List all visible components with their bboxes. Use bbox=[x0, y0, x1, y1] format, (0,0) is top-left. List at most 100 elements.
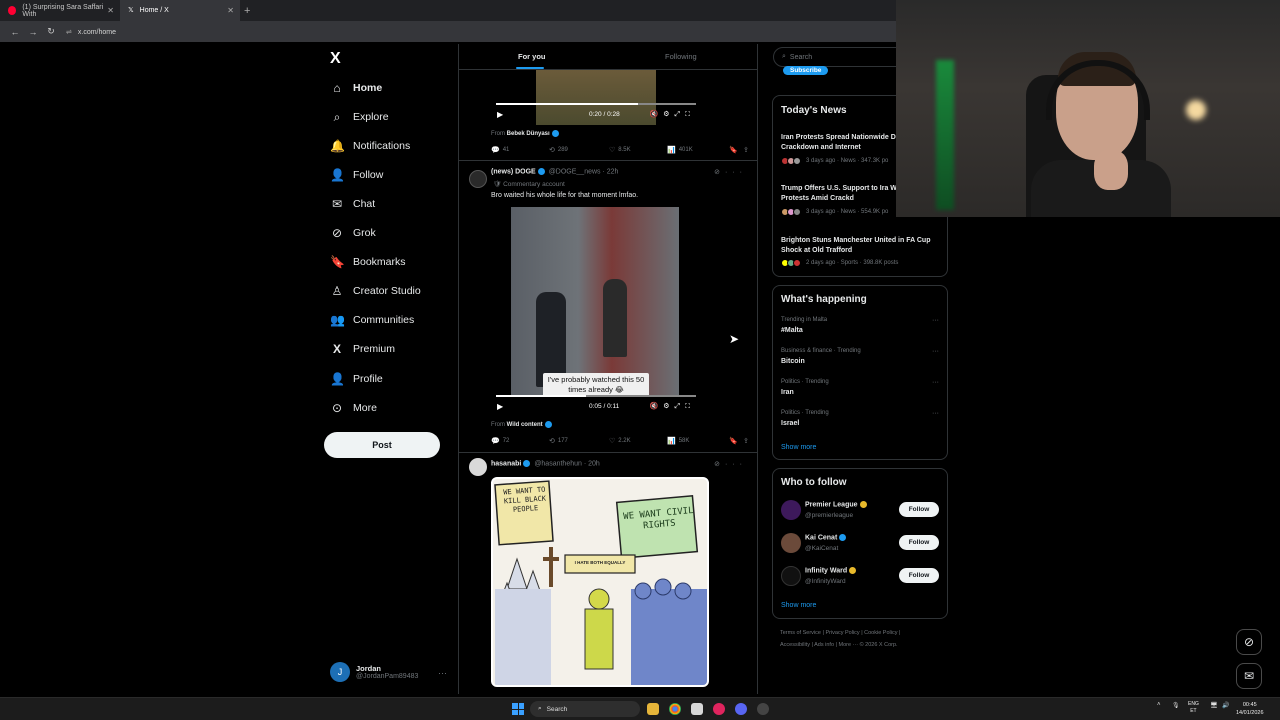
nav-bookmarks[interactable]: 🔖 Bookmarks bbox=[330, 252, 406, 272]
video-control-icons[interactable]: 🔇⚙⤢⛶ bbox=[650, 402, 696, 411]
author-handle[interactable]: @hasanthehun · 20h bbox=[534, 460, 600, 467]
follow-button[interactable]: Follow bbox=[899, 535, 939, 550]
video-source[interactable]: From Wild content bbox=[491, 421, 554, 428]
taskbar-search[interactable]: ⌕ Search bbox=[530, 701, 640, 717]
trend-name[interactable]: Israel bbox=[781, 420, 799, 427]
footer-links-row-1[interactable]: Terms of Service | Privacy Policy | Cook… bbox=[780, 630, 900, 636]
system-clock[interactable]: 00:45 14/01/2026 bbox=[1236, 701, 1264, 717]
post-tools[interactable]: ⊘··· bbox=[714, 168, 747, 176]
nav-creator-studio[interactable]: ♙ Creator Studio bbox=[330, 281, 421, 301]
more-horizontal-icon[interactable]: ··· bbox=[932, 379, 939, 386]
video-player[interactable]: ▶ 0:20 / 0:28 🔇⚙⤢⛶ bbox=[491, 70, 701, 125]
follow-name[interactable]: Infinity Ward bbox=[805, 567, 858, 574]
file-explorer-icon[interactable] bbox=[647, 703, 659, 715]
follow-button[interactable]: Follow bbox=[899, 568, 939, 583]
more-horizontal-icon[interactable]: ··· bbox=[932, 348, 939, 355]
volume-icon[interactable]: 🔊 bbox=[1222, 702, 1229, 709]
more-horizontal-icon[interactable]: ··· bbox=[932, 410, 939, 417]
subscribe-button[interactable]: Subscribe bbox=[783, 66, 829, 75]
forward-arrow-icon[interactable]: → bbox=[24, 27, 42, 37]
follow-name[interactable]: Kai Cenat bbox=[805, 534, 848, 541]
video-source[interactable]: From Bebek Dünyası bbox=[491, 130, 561, 137]
account-switcher[interactable]: J Jordan @JordanPam89483 bbox=[330, 662, 418, 682]
nav-follow[interactable]: 👤 Follow bbox=[330, 165, 383, 185]
bookmark-button[interactable]: 🔖 bbox=[729, 437, 741, 445]
nav-premium[interactable]: X Premium bbox=[330, 339, 395, 359]
video-player[interactable]: I've probably watched this 50 times alre… bbox=[491, 207, 701, 417]
more-horizontal-icon[interactable]: ··· bbox=[438, 668, 447, 678]
follow-button[interactable]: Follow bbox=[899, 502, 939, 517]
avatar[interactable] bbox=[469, 458, 487, 476]
trend-name[interactable]: Iran bbox=[781, 389, 794, 396]
footer-links-row-2[interactable]: Accessibility | Ads info | More ··· © 20… bbox=[780, 642, 898, 648]
opera-icon[interactable] bbox=[713, 703, 725, 715]
messages-float-button[interactable]: ✉ bbox=[1236, 663, 1262, 689]
chrome-icon[interactable] bbox=[669, 703, 681, 715]
nav-explore[interactable]: ⌕ Explore bbox=[330, 107, 389, 127]
share-button[interactable]: ⇪ bbox=[743, 437, 752, 445]
bookmark-button[interactable]: 🔖 bbox=[729, 146, 741, 154]
site-info-icon[interactable]: ⇌ bbox=[66, 29, 72, 36]
share-button[interactable]: ⇪ bbox=[743, 146, 752, 154]
author-handle[interactable]: @DOGE__news · 22h bbox=[549, 168, 619, 175]
browser-tab-youtube[interactable]: (1) Surprising Sara Saffari With ✕ bbox=[0, 0, 120, 21]
webcam-overlay bbox=[896, 0, 1280, 217]
play-icon[interactable]: ▶ bbox=[497, 110, 503, 119]
back-arrow-icon[interactable]: ← bbox=[6, 27, 24, 37]
network-icon[interactable]: 🖥 bbox=[1210, 702, 1218, 709]
follow-name[interactable]: Premier League bbox=[805, 501, 869, 508]
post-tools[interactable]: ⊘··· bbox=[714, 460, 747, 468]
discord-icon[interactable] bbox=[735, 703, 747, 715]
news-item-title[interactable]: Brighton Stuns Manchester United in FA C… bbox=[781, 236, 941, 256]
like-button[interactable]: ♡ 8.5K bbox=[609, 146, 631, 154]
avatar[interactable] bbox=[469, 170, 487, 188]
browser-tab-x-home[interactable]: 𝕏 Home / X ✕ bbox=[120, 0, 240, 21]
bookmark-icon: 🔖 bbox=[729, 438, 738, 445]
post-button[interactable]: Post bbox=[324, 432, 440, 458]
tab-following[interactable]: Following bbox=[665, 52, 697, 61]
reply-button[interactable]: 💬 72 bbox=[491, 437, 509, 445]
repost-button[interactable]: ⟲ 289 bbox=[549, 146, 568, 154]
windows-start-icon[interactable] bbox=[512, 703, 524, 715]
tab-for-you[interactable]: For you bbox=[518, 52, 546, 61]
reply-button[interactable]: 💬 41 bbox=[491, 146, 509, 154]
avatar[interactable] bbox=[781, 500, 801, 520]
nav-chat[interactable]: ✉ Chat bbox=[330, 194, 375, 214]
new-tab-plus-icon[interactable]: + bbox=[244, 5, 250, 17]
x-logo-icon[interactable]: X bbox=[330, 50, 341, 68]
language-indicator[interactable]: ENG ET bbox=[1188, 701, 1199, 715]
nav-grok[interactable]: ⊘ Grok bbox=[330, 223, 376, 243]
show-more-link[interactable]: Show more bbox=[781, 444, 816, 451]
play-icon[interactable]: ▶ bbox=[497, 402, 503, 411]
show-more-link[interactable]: Show more bbox=[781, 602, 816, 609]
url-field[interactable]: ⇌ x.com/home bbox=[66, 28, 116, 36]
app-icon[interactable] bbox=[757, 703, 769, 715]
views-button[interactable]: 📊 58K bbox=[667, 437, 689, 445]
trend-name[interactable]: #Malta bbox=[781, 327, 803, 334]
avatar[interactable] bbox=[781, 566, 801, 586]
divider bbox=[459, 452, 757, 453]
author-name[interactable]: (news) DOGE bbox=[491, 168, 536, 175]
nav-profile[interactable]: 👤 Profile bbox=[330, 369, 383, 389]
close-icon[interactable]: ✕ bbox=[107, 6, 114, 15]
microphone-icon[interactable]: 🎙 bbox=[1172, 702, 1180, 709]
trend-name[interactable]: Bitcoin bbox=[781, 358, 805, 365]
bell-icon: 🔔 bbox=[330, 139, 345, 153]
nav-notifications[interactable]: 🔔 Notifications bbox=[330, 136, 410, 156]
grok-float-button[interactable]: ⊘ bbox=[1236, 629, 1262, 655]
repost-button[interactable]: ⟲ 177 bbox=[549, 437, 568, 445]
tray-chevron-icon[interactable]: ˄ bbox=[1157, 702, 1161, 708]
author-name[interactable]: hasanabi bbox=[491, 460, 521, 467]
more-horizontal-icon[interactable]: ··· bbox=[932, 317, 939, 324]
views-button[interactable]: 📊 401K bbox=[667, 146, 693, 154]
close-icon[interactable]: ✕ bbox=[227, 6, 234, 15]
avatar[interactable] bbox=[781, 533, 801, 553]
store-icon[interactable] bbox=[691, 703, 703, 715]
nav-communities[interactable]: 👥 Communities bbox=[330, 310, 414, 330]
nav-more[interactable]: ⊙ More bbox=[330, 398, 377, 418]
reload-icon[interactable]: ↻ bbox=[42, 26, 60, 37]
cartoon-image[interactable]: WE WANT TO KILL BLACK PEOPLE WE WANT CIV… bbox=[491, 477, 709, 687]
video-control-icons[interactable]: 🔇⚙⤢⛶ bbox=[650, 110, 696, 119]
nav-home[interactable]: ⌂ Home bbox=[330, 78, 382, 98]
like-button[interactable]: ♡ 2.2K bbox=[609, 437, 631, 445]
